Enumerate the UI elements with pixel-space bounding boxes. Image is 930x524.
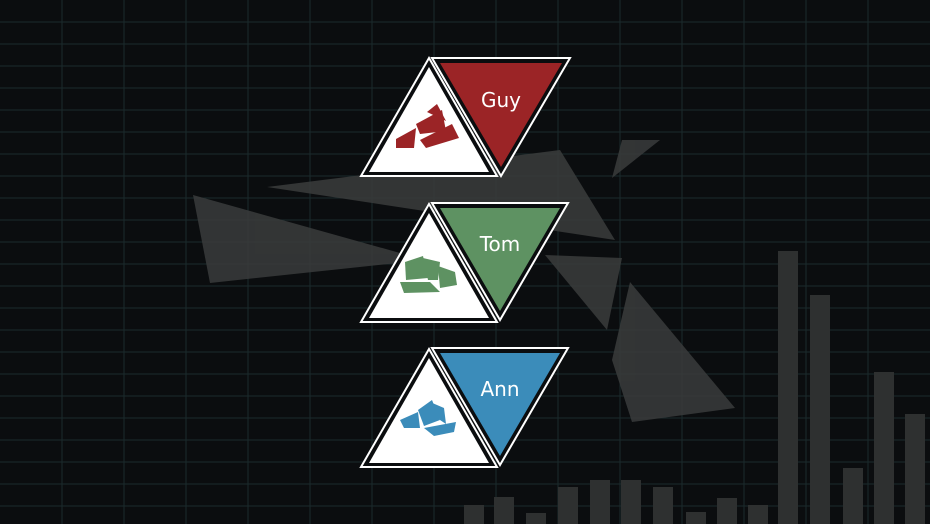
player-name: Guy: [481, 88, 521, 112]
player-card-guy[interactable]: Guy: [359, 55, 572, 178]
player-card-tom[interactable]: Tom: [359, 201, 570, 323]
player-select-screen: Guy Tom Ann: [0, 0, 930, 524]
player-list: Guy Tom Ann: [359, 55, 572, 468]
player-card-ann[interactable]: Ann: [359, 346, 570, 468]
player-name: Tom: [479, 232, 521, 256]
player-name: Ann: [480, 377, 519, 401]
